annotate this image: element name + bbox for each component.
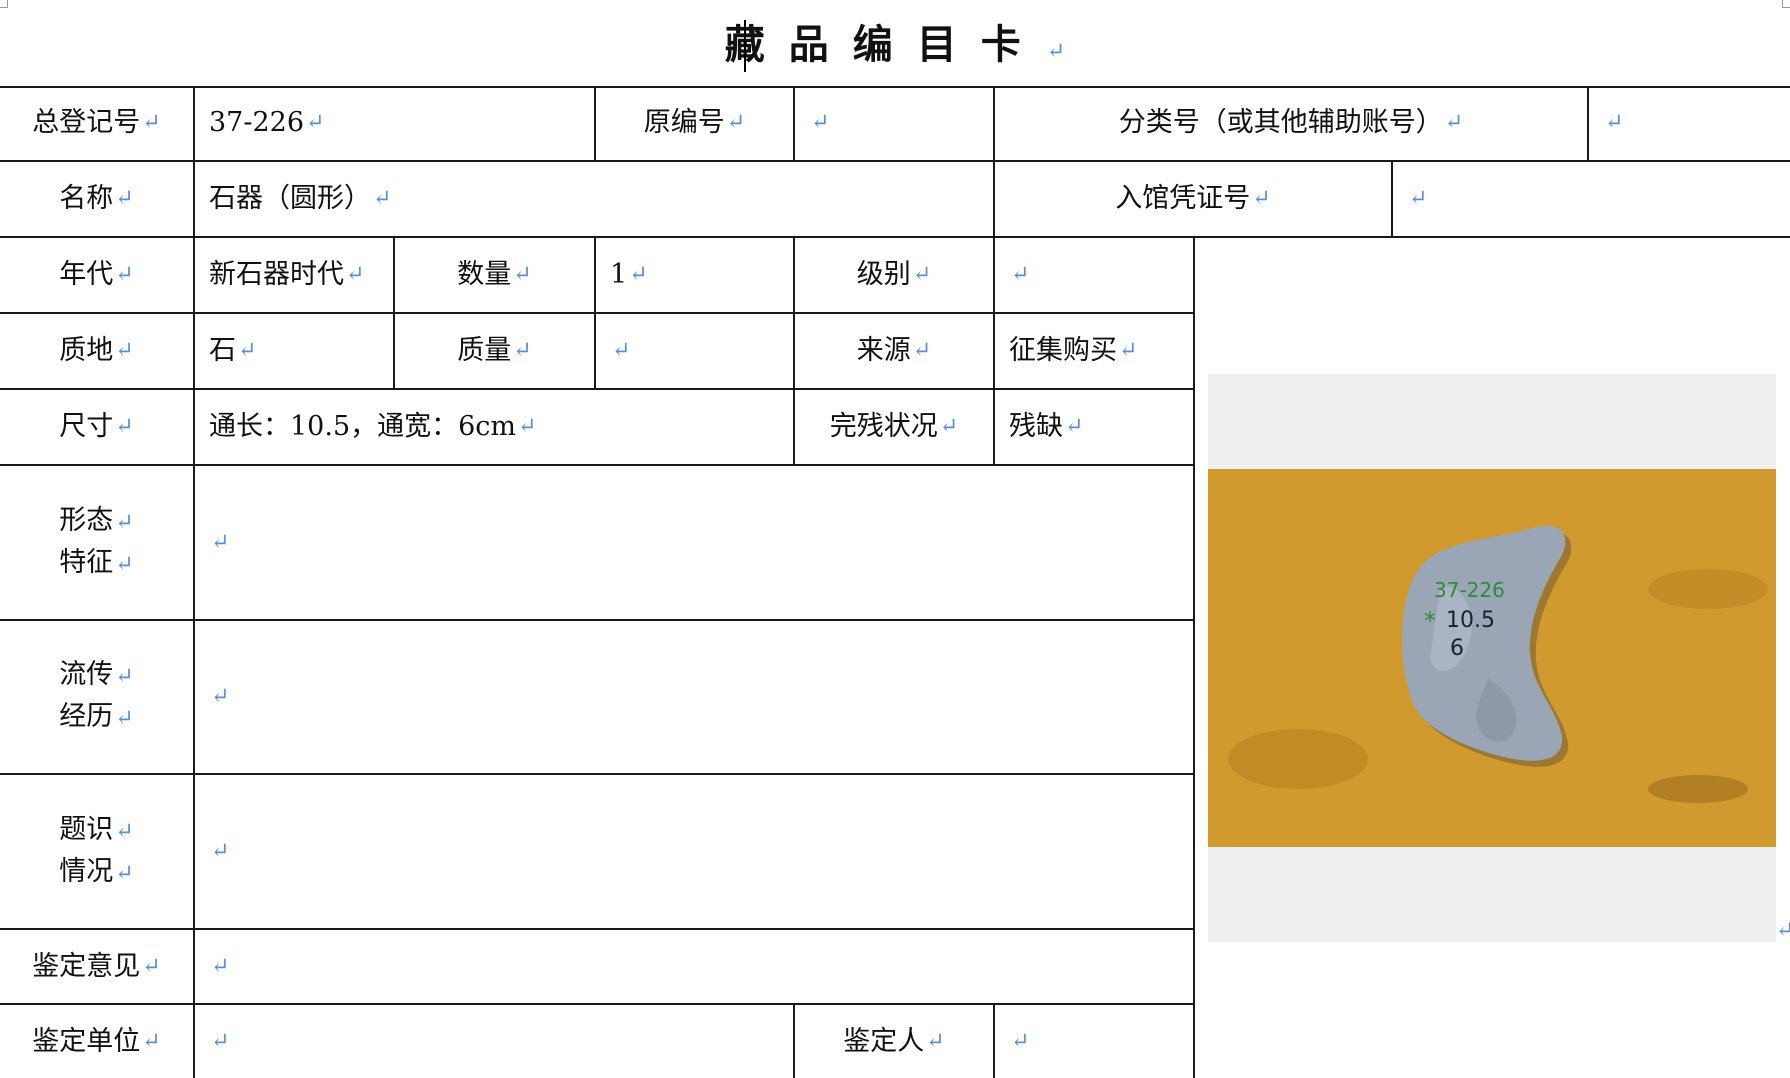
- artifact-photo-frame: 37-226 * 10.5 6: [1208, 374, 1776, 942]
- photo-stain: [1228, 729, 1368, 789]
- return-mark-icon: ↵: [1065, 414, 1084, 439]
- return-mark-icon: ↵: [513, 338, 532, 363]
- return-mark-icon: ↵: [115, 664, 134, 689]
- appraisal-opinion-field[interactable]: ↵: [195, 930, 1193, 1003]
- appraisal-unit-field[interactable]: ↵: [195, 1005, 793, 1078]
- registration-no-field[interactable]: 37-226 ↵: [195, 86, 594, 160]
- return-mark-icon: ↵: [211, 684, 230, 709]
- return-mark-icon: ↵: [1011, 1028, 1030, 1054]
- condition-label: 完残状况 ↵: [795, 390, 993, 464]
- size-field[interactable]: 通长：10.5，通宽：6cm ↵: [195, 390, 793, 464]
- photo-stain: [1648, 569, 1768, 609]
- quantity-label: 数量 ↵: [395, 238, 594, 312]
- name-field[interactable]: 石器（圆形） ↵: [195, 162, 993, 236]
- name-label: 名称 ↵: [0, 162, 193, 236]
- return-mark-icon: ↵: [115, 706, 134, 731]
- original-no-field[interactable]: ↵: [795, 86, 993, 160]
- page-corner-mark-right: [1782, 0, 1790, 8]
- return-mark-icon: ↵: [1252, 186, 1271, 211]
- classification-label: 分类号（或其他辅助账号） ↵: [995, 86, 1587, 160]
- weight-label: 质量 ↵: [395, 314, 594, 388]
- return-mark-icon: ↵: [142, 110, 161, 135]
- provenance-field[interactable]: ↵: [195, 621, 1193, 773]
- return-mark-icon: ↵: [142, 1028, 161, 1054]
- return-mark-icon: ↵: [726, 110, 746, 135]
- return-mark-icon: ↵: [1605, 110, 1624, 135]
- appraiser-label: 鉴定人 ↵: [795, 1005, 993, 1078]
- return-mark-icon: ↵: [306, 110, 325, 135]
- inscription-label: 题识↵ 情况↵: [59, 813, 134, 887]
- table-rule: [1193, 236, 1195, 1078]
- material-label: 质地 ↵: [0, 314, 193, 388]
- entry-voucher-field[interactable]: ↵: [1393, 162, 1790, 236]
- source-label: 来源 ↵: [795, 314, 993, 388]
- entry-voucher-label: 入馆凭证号 ↵: [995, 162, 1391, 236]
- period-field[interactable]: 新石器时代 ↵: [195, 238, 393, 312]
- return-mark-icon: ↵: [115, 551, 134, 577]
- return-mark-icon: ↵: [346, 262, 365, 287]
- source-field[interactable]: 征集购买 ↵: [995, 314, 1193, 388]
- return-mark-icon: ↵: [373, 186, 392, 211]
- classification-field[interactable]: ↵: [1589, 86, 1790, 160]
- return-mark-icon: ↵: [1444, 110, 1464, 135]
- return-mark-icon: ↵: [115, 860, 134, 886]
- specimen-mark-width: 6: [1450, 636, 1464, 661]
- registration-no-label: 总登记号 ↵: [0, 86, 193, 160]
- page-corner-mark-left: [0, 0, 8, 8]
- appraiser-field[interactable]: ↵: [995, 1005, 1193, 1078]
- return-mark-icon: ↵: [612, 338, 631, 363]
- return-mark-icon: ↵: [912, 262, 932, 287]
- return-mark-icon: ↵: [1776, 918, 1790, 943]
- return-mark-icon: ↵: [912, 338, 932, 363]
- photo-stain: [1648, 775, 1748, 803]
- period-label: 年代 ↵: [0, 238, 193, 312]
- appraisal-opinion-label: 鉴定意见 ↵: [0, 930, 193, 1003]
- return-mark-icon: ↵: [211, 529, 230, 555]
- weight-field[interactable]: ↵: [596, 314, 793, 388]
- return-mark-icon: ↵: [1409, 186, 1428, 211]
- return-mark-icon: ↵: [513, 262, 532, 287]
- card-title: 藏品编目卡↵: [724, 21, 1066, 68]
- return-mark-icon: ↵: [115, 186, 134, 211]
- size-label: 尺寸 ↵: [0, 390, 193, 464]
- specimen-mark-asterisk: *: [1424, 607, 1436, 635]
- return-mark-icon: ↵: [1011, 262, 1030, 287]
- return-mark-icon: ↵: [939, 414, 959, 439]
- grade-label: 级别 ↵: [795, 238, 993, 312]
- provenance-label: 流传↵ 经历↵: [59, 659, 134, 732]
- return-mark-icon: ↵: [115, 818, 134, 844]
- artifact-photo[interactable]: 37-226 * 10.5 6: [1208, 469, 1776, 847]
- condition-field[interactable]: 残缺 ↵: [995, 390, 1193, 464]
- return-mark-icon: ↵: [211, 838, 230, 864]
- return-mark-icon: ↵: [811, 110, 830, 135]
- return-mark-icon: ↵: [115, 262, 134, 287]
- return-mark-icon: ↵: [211, 953, 230, 979]
- appraisal-unit-label: 鉴定单位 ↵: [0, 1005, 193, 1078]
- form-features-field[interactable]: ↵: [195, 466, 1193, 619]
- original-no-label: 原编号 ↵: [596, 86, 793, 160]
- return-mark-icon: ↵: [115, 509, 134, 535]
- return-mark-icon: ↵: [629, 262, 648, 287]
- text-cursor: [744, 20, 746, 72]
- return-mark-icon: ↵: [518, 414, 537, 439]
- return-mark-icon: ↵: [1119, 338, 1138, 363]
- form-features-label: 形态↵ 特征↵: [59, 504, 134, 578]
- return-mark-icon: ↵: [1046, 39, 1066, 64]
- return-mark-icon: ↵: [115, 414, 134, 439]
- return-mark-icon: ↵: [926, 1028, 945, 1054]
- inscription-field[interactable]: ↵: [195, 775, 1193, 928]
- material-field[interactable]: 石 ↵: [195, 314, 393, 388]
- grade-field[interactable]: ↵: [995, 238, 1193, 312]
- return-mark-icon: ↵: [238, 338, 257, 363]
- quantity-field[interactable]: 1 ↵: [596, 238, 793, 312]
- return-mark-icon: ↵: [115, 338, 134, 363]
- specimen-mark-number: 37-226: [1434, 578, 1505, 602]
- specimen-mark-length: 10.5: [1446, 608, 1495, 633]
- return-mark-icon: ↵: [211, 1028, 230, 1054]
- return-mark-icon: ↵: [142, 953, 161, 979]
